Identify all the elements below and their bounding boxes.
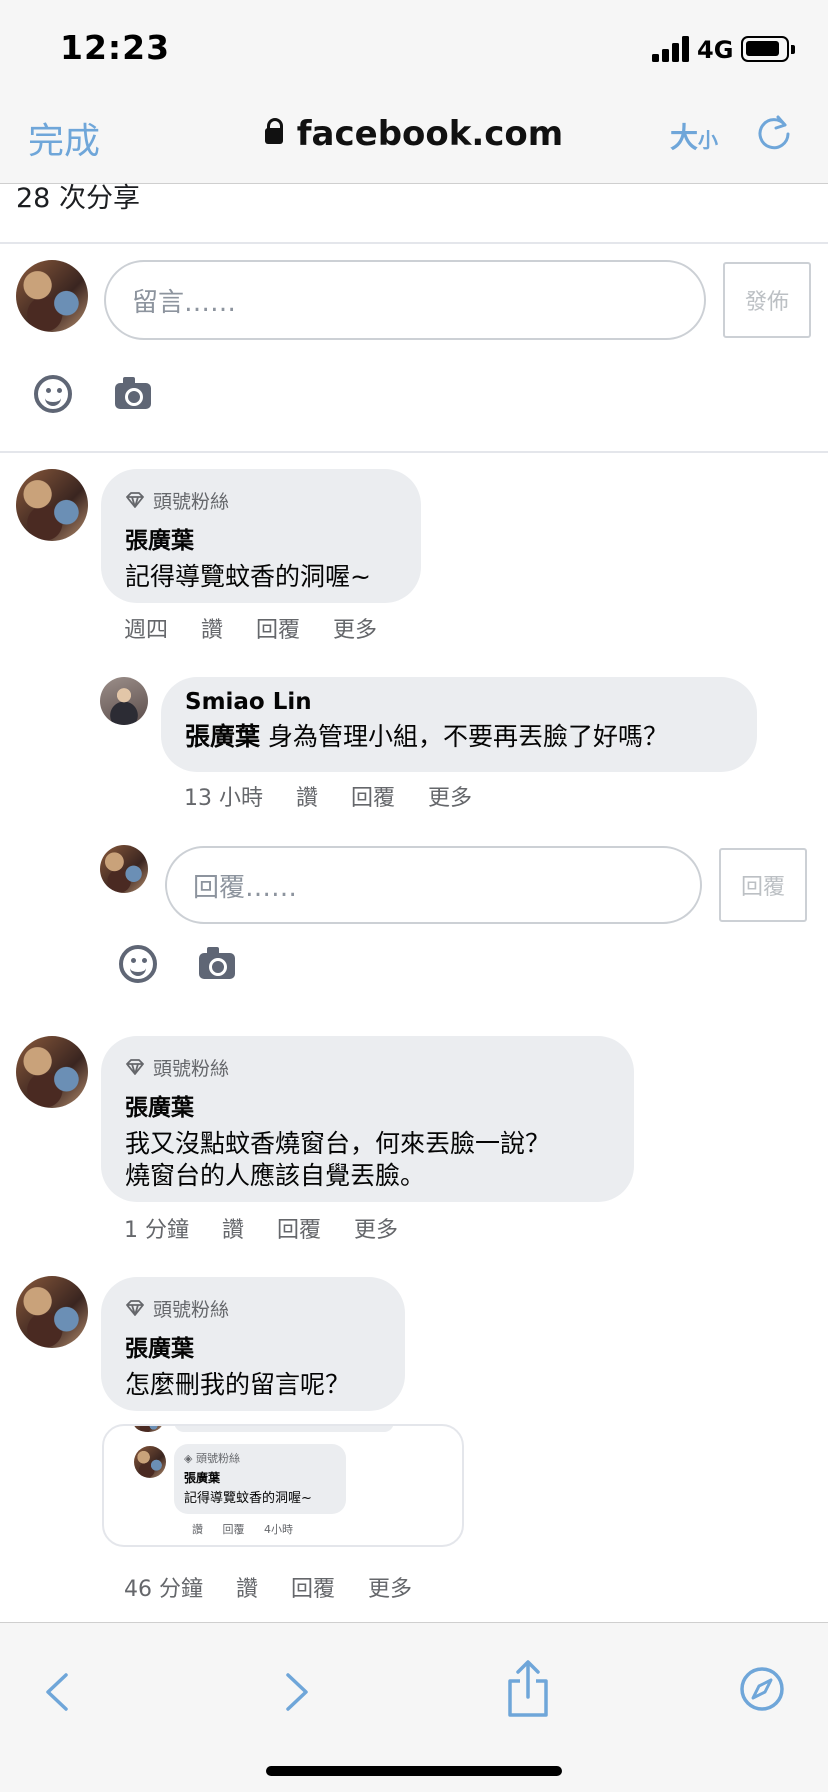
like-button[interactable]: 讚 xyxy=(236,1571,258,1603)
attachment-like: 讚 xyxy=(192,1523,203,1536)
signal-icon xyxy=(652,36,690,62)
comment-time[interactable]: 1 分鐘 xyxy=(124,1212,189,1244)
divider xyxy=(0,451,828,453)
diamond-icon xyxy=(126,1059,144,1075)
comment-actions: 1 分鐘 讚 回覆 更多 xyxy=(124,1212,431,1244)
avatar xyxy=(134,1426,162,1432)
text-size-big-label: 大 xyxy=(670,121,699,154)
reply-actions: 13 小時 讚 回覆 更多 xyxy=(184,780,505,812)
status-time: 12:23 xyxy=(60,28,171,67)
comment-actions: 46 分鐘 讚 回覆 更多 xyxy=(124,1571,445,1603)
comment-text-line: 我又沒點蚊香燒窗台，何來丟臉一說？ xyxy=(125,1129,551,1158)
comment-author[interactable]: 張廣葉 xyxy=(125,1329,381,1363)
comment-author[interactable]: 張廣葉 xyxy=(125,1088,610,1122)
badge-label: 頭號粉絲 xyxy=(153,1298,230,1321)
more-button[interactable]: 更多 xyxy=(333,612,377,644)
attachment-reply: 回覆 xyxy=(222,1523,245,1536)
comment-bubble: 頭號粉絲 張廣葉 我又沒點蚊香燒窗台，何來丟臉一說？ 燒窗台的人應該自覺丟臉。 xyxy=(101,1036,634,1202)
top-fan-badge: 頭號粉絲 xyxy=(125,487,397,513)
url-text: facebook.com xyxy=(296,114,564,154)
comment-text-line: 燒窗台的人應該自覺丟臉。 xyxy=(125,1161,426,1190)
comment-actions: 週四 讚 回覆 更多 xyxy=(124,612,410,644)
comment-time[interactable]: 46 分鐘 xyxy=(124,1571,203,1603)
attached-screenshot[interactable]: ◈ 頭號粉絲 張廣葉 記得導覽蚊香的洞喔~ 讚 回覆 4小時 xyxy=(102,1424,464,1547)
emoji-icon[interactable] xyxy=(34,375,72,413)
share-icon[interactable] xyxy=(502,1659,554,1719)
comment-bubble: 頭號粉絲 張廣葉 怎麼刪我的留言呢？ xyxy=(101,1277,405,1411)
avatar[interactable] xyxy=(16,1036,88,1108)
reply-button[interactable]: 回覆 xyxy=(277,1212,321,1244)
comment-bubble: 頭號粉絲 張廣葉 記得導覽蚊香的洞喔~ xyxy=(101,469,421,603)
reply-text: 張廣葉 身為管理小組，不要再丟臉了好嗎？ xyxy=(185,721,733,753)
attachment-badge: ◈ 頭號粉絲 xyxy=(184,1452,240,1465)
cropped-bubble xyxy=(174,1426,394,1432)
reply-post-button[interactable]: 回覆 xyxy=(719,848,807,922)
avatar xyxy=(134,1446,166,1478)
like-button[interactable]: 讚 xyxy=(201,612,223,644)
browser-bar: 完成 facebook.com 大小 xyxy=(0,92,828,184)
mention[interactable]: 張廣葉 xyxy=(185,722,260,751)
more-button[interactable]: 更多 xyxy=(354,1212,398,1244)
comment-author[interactable]: 張廣葉 xyxy=(125,521,397,555)
attachment-time: 4小時 xyxy=(264,1523,293,1536)
reply-body: 身為管理小組，不要再丟臉了好嗎？ xyxy=(267,722,668,751)
post-button[interactable]: 發佈 xyxy=(723,262,811,338)
avatar[interactable] xyxy=(16,469,88,541)
home-indicator[interactable] xyxy=(266,1766,562,1776)
avatar[interactable] xyxy=(16,1276,88,1348)
top-fan-badge: 頭號粉絲 xyxy=(125,1295,381,1321)
comment-input[interactable]: 留言…… xyxy=(104,260,706,340)
more-button[interactable]: 更多 xyxy=(368,1571,412,1603)
attachment-text: 記得導覽蚊香的洞喔~ xyxy=(184,1491,312,1506)
emoji-icon[interactable] xyxy=(119,945,157,983)
compass-icon[interactable] xyxy=(738,1665,786,1713)
comment-text: 怎麼刪我的留言呢？ xyxy=(125,1370,351,1399)
share-count[interactable]: 28 次分享 xyxy=(16,176,140,215)
reply-button[interactable]: 回覆 xyxy=(256,612,300,644)
more-button[interactable]: 更多 xyxy=(428,780,472,812)
text-size-button[interactable]: 大小 xyxy=(670,116,718,156)
camera-icon[interactable] xyxy=(115,377,151,409)
reply-bubble: Smiao Lin 張廣葉 身為管理小組，不要再丟臉了好嗎？ xyxy=(161,677,757,772)
text-size-small-label: 小 xyxy=(698,128,719,152)
network-type: 4G xyxy=(697,36,734,64)
badge-label: 頭號粉絲 xyxy=(153,490,230,513)
attachment-actions: 讚 回覆 4小時 xyxy=(192,1521,309,1537)
reply-button[interactable]: 回覆 xyxy=(291,1571,335,1603)
diamond-icon xyxy=(126,492,144,508)
top-fan-badge: 頭號粉絲 xyxy=(125,1054,610,1080)
lock-icon xyxy=(264,118,283,144)
diamond-icon xyxy=(126,1300,144,1316)
status-bar: 12:23 4G xyxy=(0,0,828,92)
attachment-author: 張廣葉 xyxy=(184,1471,221,1485)
badge-label: 頭號粉絲 xyxy=(153,1057,230,1080)
like-button[interactable]: 讚 xyxy=(222,1212,244,1244)
divider xyxy=(0,242,828,244)
back-icon[interactable] xyxy=(34,1667,84,1717)
avatar[interactable] xyxy=(100,845,148,893)
forward-icon[interactable] xyxy=(270,1667,320,1717)
comment-text: 記得導覽蚊香的洞喔~ xyxy=(125,562,371,591)
reply-time[interactable]: 13 小時 xyxy=(184,780,263,812)
battery-icon xyxy=(741,36,795,62)
attachment-bubble: ◈ 頭號粉絲 張廣葉 記得導覽蚊香的洞喔~ xyxy=(174,1444,346,1514)
camera-icon[interactable] xyxy=(199,947,235,979)
avatar[interactable] xyxy=(16,260,88,332)
comment-text: 我又沒點蚊香燒窗台，何來丟臉一說？ 燒窗台的人應該自覺丟臉。 xyxy=(125,1128,610,1192)
reply-input[interactable]: 回覆…… xyxy=(165,846,702,924)
reply-button[interactable]: 回覆 xyxy=(351,780,395,812)
like-button[interactable]: 讚 xyxy=(296,780,318,812)
comment-time[interactable]: 週四 xyxy=(124,612,168,644)
reload-icon[interactable] xyxy=(754,112,794,152)
avatar[interactable] xyxy=(100,677,148,725)
reply-author[interactable]: Smiao Lin xyxy=(185,689,733,715)
attachment-badge-label: 頭號粉絲 xyxy=(195,1452,240,1465)
